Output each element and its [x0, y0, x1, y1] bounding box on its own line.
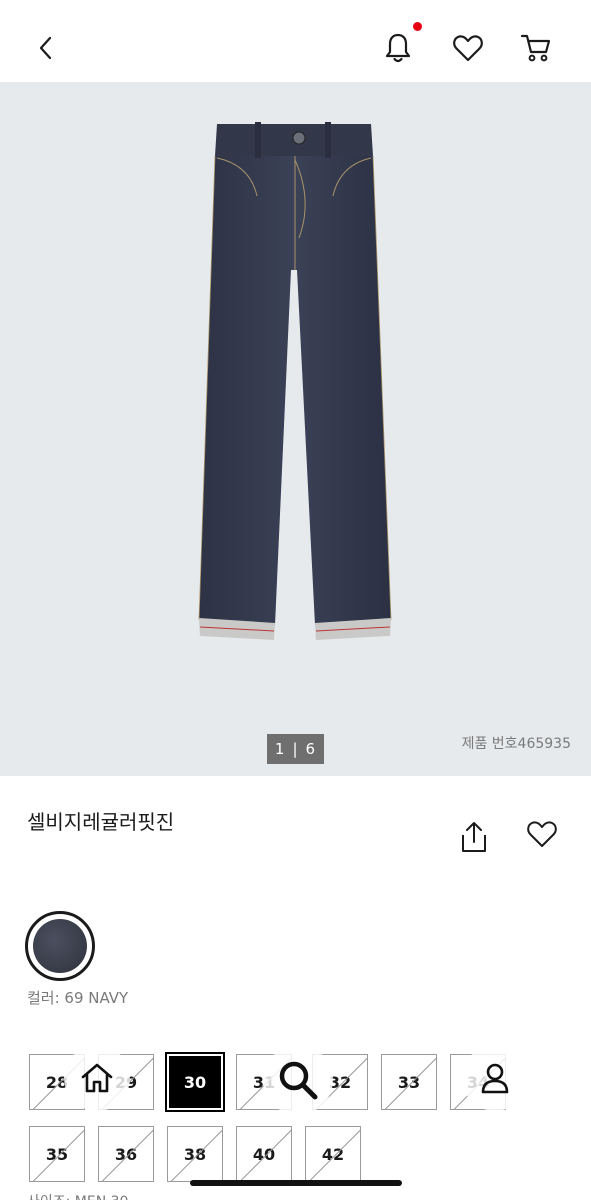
size-label: 42	[321, 1144, 345, 1164]
size-label: 36	[114, 1144, 138, 1164]
chevron-left-icon[interactable]	[28, 30, 64, 66]
share-icon[interactable]	[458, 820, 490, 858]
product-number: 제품 번호465935	[461, 736, 571, 752]
size-label: 38	[183, 1144, 207, 1164]
pager-separator: |	[292, 740, 299, 758]
selected-size-label: 사이즈: MEN 30	[27, 1191, 128, 1200]
size-option[interactable]: 36	[98, 1126, 154, 1182]
favorite-heart-icon[interactable]	[526, 820, 558, 852]
size-label: 33	[397, 1072, 421, 1092]
cart-icon[interactable]	[518, 30, 554, 66]
size-label: 30	[183, 1072, 207, 1092]
bell-icon[interactable]	[380, 30, 416, 66]
size-option[interactable]: 42	[305, 1126, 361, 1182]
size-option[interactable]: 35	[29, 1126, 85, 1182]
size-label: 40	[252, 1144, 276, 1164]
size-option[interactable]: 33	[381, 1054, 437, 1110]
color-label: 컬러: 69 NAVY	[27, 989, 129, 1007]
home-icon[interactable]	[64, 1045, 130, 1111]
home-indicator[interactable]	[190, 1180, 402, 1186]
search-icon[interactable]	[263, 1045, 333, 1115]
size-option-selected[interactable]: 30	[165, 1052, 225, 1112]
product-title: 셀비지레귤러핏진	[27, 810, 175, 834]
color-swatch-fill	[33, 919, 87, 973]
size-option[interactable]: 40	[236, 1126, 292, 1182]
user-icon[interactable]	[462, 1045, 528, 1111]
notification-dot	[413, 22, 422, 31]
size-label: 35	[45, 1144, 69, 1164]
product-image	[198, 122, 392, 640]
pager-total: 6	[305, 740, 317, 758]
heart-icon[interactable]	[450, 30, 486, 66]
top-bar	[0, 0, 591, 82]
image-pager: 1 | 6	[267, 734, 324, 764]
pager-current: 1	[274, 740, 286, 758]
color-swatch-navy[interactable]	[25, 911, 95, 981]
product-image-gallery[interactable]: 1 | 6 제품 번호465935	[0, 82, 591, 776]
size-option[interactable]: 38	[167, 1126, 223, 1182]
